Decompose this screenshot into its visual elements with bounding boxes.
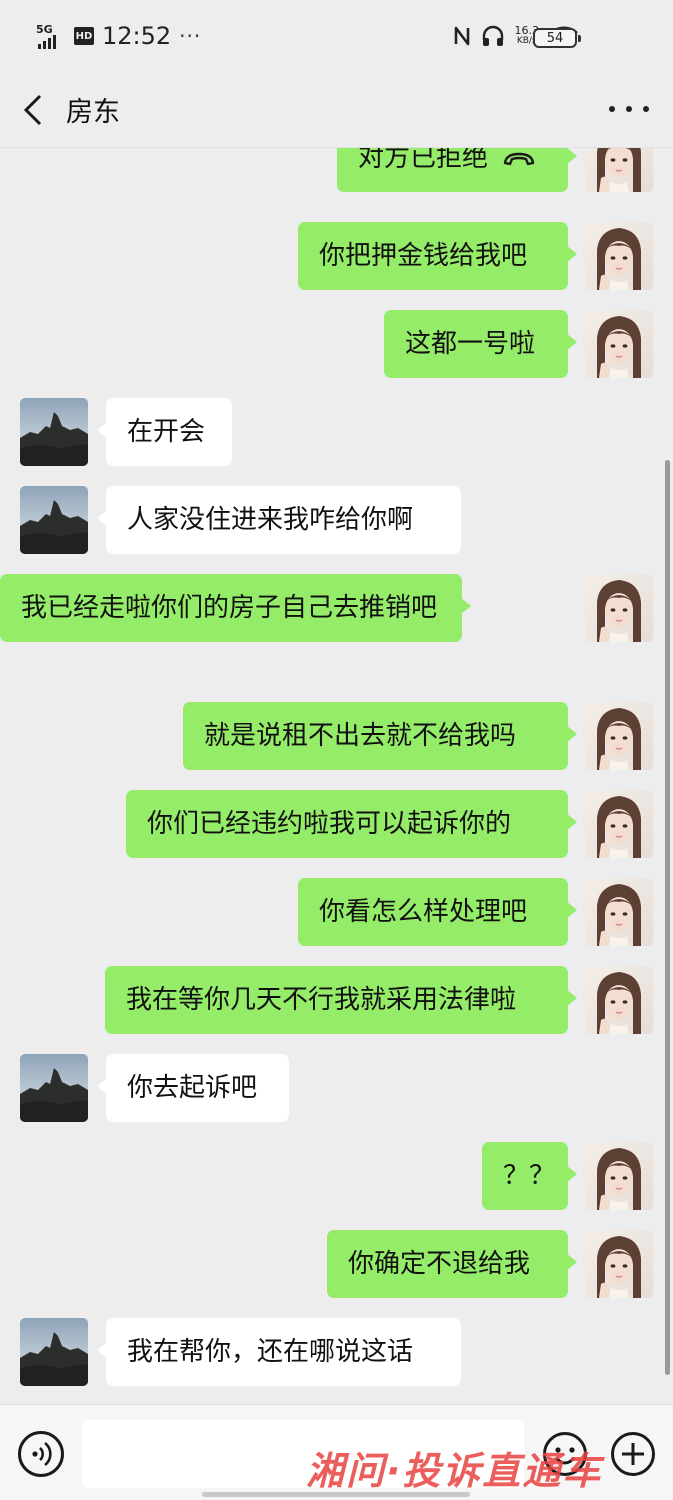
sent-message-bubble[interactable]: 你看怎么样处理吧 xyxy=(298,878,577,946)
plus-circle-icon xyxy=(611,1432,655,1476)
message-text: 你们已经违约啦我可以起诉你的 xyxy=(147,809,512,839)
message-text: 你看怎么样处理吧 xyxy=(319,897,528,927)
chat-title: 房东 xyxy=(66,97,120,128)
message-text: 在开会 xyxy=(127,417,206,447)
sent-message-bubble[interactable]: 我已经走啦你们的房子自己去推销吧 xyxy=(0,574,471,642)
message-text: 人家没住进来我咋给你啊 xyxy=(127,505,414,535)
voice-icon xyxy=(32,1441,52,1467)
voice-input-button[interactable] xyxy=(18,1431,64,1477)
more-functions-button[interactable] xyxy=(610,1431,656,1477)
my-avatar[interactable] xyxy=(585,148,653,192)
sent-message-bubble[interactable]: 你把押金钱给我吧 xyxy=(298,222,577,290)
my-avatar[interactable] xyxy=(585,574,653,642)
my-avatar[interactable] xyxy=(585,878,653,946)
sent-message-bubble[interactable]: 你确定不退给我 xyxy=(327,1230,577,1298)
headphones-icon xyxy=(482,25,503,46)
dot-icon xyxy=(609,106,615,112)
dot-icon xyxy=(626,106,632,112)
message-text: ？？ xyxy=(503,1161,556,1191)
back-button[interactable] xyxy=(16,90,52,130)
message-text: 你把押金钱给我吧 xyxy=(319,241,528,271)
nfc-icon xyxy=(454,26,469,46)
message-text: 你去起诉吧 xyxy=(127,1073,258,1103)
received-message-bubble[interactable]: 你去起诉吧 xyxy=(97,1054,289,1122)
contact-avatar[interactable] xyxy=(20,1318,88,1386)
my-avatar[interactable] xyxy=(585,790,653,858)
message-text: 你确定不退给我 xyxy=(348,1249,531,1279)
my-avatar[interactable] xyxy=(585,702,653,770)
contact-avatar[interactable] xyxy=(20,486,88,554)
message-text: 我在帮你，还在哪说这话 xyxy=(127,1337,414,1367)
sent-message-bubble[interactable]: 对方已拒绝 xyxy=(337,148,577,192)
message-text: 我在等你几天不行我就采用法律啦 xyxy=(126,985,517,1015)
battery-icon: 54 xyxy=(533,28,581,48)
sent-message-bubble[interactable]: 就是说租不出去就不给我吗 xyxy=(183,702,577,770)
home-indicator[interactable] xyxy=(202,1492,470,1497)
dot-icon xyxy=(643,106,649,112)
my-avatar[interactable] xyxy=(585,222,653,290)
chat-header: 房东 xyxy=(0,72,673,148)
battery-level: 54 xyxy=(546,30,564,46)
watermark-logo: 湘问·投诉直通车 xyxy=(306,1449,603,1493)
status-bar: 5G HD 12:52 ··· 16.3 KB/s 54 xyxy=(0,0,673,72)
message-text: 我已经走啦你们的房子自己去推销吧 xyxy=(21,593,438,623)
received-message-bubble[interactable]: 在开会 xyxy=(97,398,232,466)
sent-message-bubble[interactable]: ？？ xyxy=(482,1142,577,1210)
cellular-signal-icon: 5G xyxy=(36,23,66,49)
received-message-bubble[interactable]: 我在帮你，还在哪说这话 xyxy=(97,1318,461,1386)
clock: 12:52 xyxy=(102,22,172,50)
hd-icon: HD xyxy=(74,27,94,45)
my-avatar[interactable] xyxy=(585,1142,653,1210)
more-options-button[interactable] xyxy=(609,94,649,124)
my-avatar[interactable] xyxy=(585,966,653,1034)
hang-up-icon xyxy=(503,152,535,165)
contact-avatar[interactable] xyxy=(20,1054,88,1122)
message-text: 对方已拒绝 xyxy=(358,148,489,173)
more-notifications-icon: ··· xyxy=(179,24,202,48)
message-text: 这都一号啦 xyxy=(405,329,536,359)
sent-message-bubble[interactable]: 这都一号啦 xyxy=(384,310,577,378)
chevron-left-icon xyxy=(23,94,42,126)
scrollbar[interactable] xyxy=(665,460,670,1375)
message-text: 就是说租不出去就不给我吗 xyxy=(204,721,517,751)
contact-avatar[interactable] xyxy=(20,398,88,466)
my-avatar[interactable] xyxy=(585,310,653,378)
sent-message-bubble[interactable]: 我在等你几天不行我就采用法律啦 xyxy=(105,966,577,1034)
received-message-bubble[interactable]: 人家没住进来我咋给你啊 xyxy=(97,486,461,554)
my-avatar[interactable] xyxy=(585,1230,653,1298)
sent-message-bubble[interactable]: 你们已经违约啦我可以起诉你的 xyxy=(126,790,577,858)
message-list[interactable]: 对方已拒绝你把押金钱给我吧这都一号啦在开会人家没住进来我咋给你啊我已经走啦你们的… xyxy=(0,148,673,1404)
